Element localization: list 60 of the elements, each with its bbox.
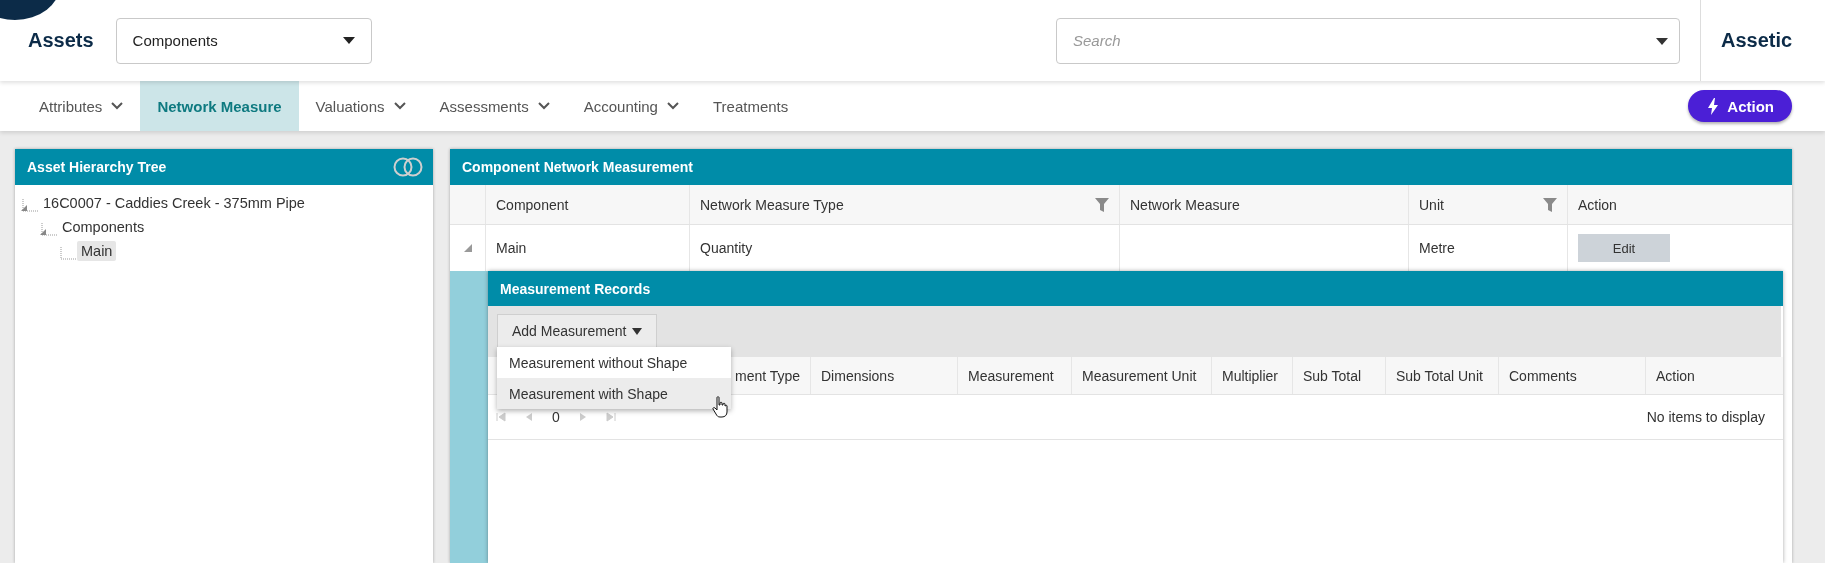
- nav-tab[interactable]: Attributes: [22, 81, 141, 131]
- hand-cursor-icon: [712, 396, 728, 418]
- column-header: Unit: [1419, 196, 1444, 213]
- tree-line-icon: [59, 247, 77, 261]
- filter-icon[interactable]: [1543, 197, 1557, 212]
- menu-item[interactable]: Measurement without Shape: [497, 347, 731, 378]
- toggle-icon[interactable]: [393, 157, 423, 177]
- column-header: Dimensions: [821, 367, 895, 384]
- search-field[interactable]: Search: [1056, 17, 1680, 64]
- tree-line-icon: [21, 199, 39, 213]
- last-page-icon[interactable]: [605, 412, 616, 422]
- brand-name: Assetic: [1721, 29, 1793, 52]
- chevron-down-icon: [393, 102, 406, 110]
- panel-title: Component Network Measurement: [462, 159, 694, 175]
- column-header: Action: [1578, 196, 1617, 213]
- tree-line-icon: [40, 223, 58, 237]
- chevron-down-icon: [111, 102, 124, 110]
- edit-button[interactable]: Edit: [1578, 234, 1670, 262]
- page-title: Assets: [28, 29, 94, 52]
- tree-item[interactable]: Main: [77, 241, 117, 261]
- column-header: Comments: [1509, 367, 1577, 384]
- column-header: Component: [496, 196, 569, 213]
- caret-icon: [342, 37, 355, 44]
- column-header: Measurement: [968, 367, 1054, 384]
- table-cell: Metre: [1419, 240, 1455, 256]
- panel-title: Measurement Records: [500, 280, 651, 297]
- caret-icon: [632, 327, 643, 335]
- nav-tab[interactable]: Treatments: [695, 81, 806, 131]
- action-button[interactable]: Action: [1688, 90, 1792, 122]
- column-header: Sub Total Unit: [1396, 367, 1483, 384]
- nav-tab[interactable]: Network Measure: [140, 81, 299, 131]
- first-page-icon[interactable]: [496, 412, 506, 422]
- previous-page-icon[interactable]: [524, 412, 534, 422]
- add-measurement-button[interactable]: Add Measurement: [497, 314, 658, 347]
- chevron-down-icon: [537, 102, 550, 110]
- column-header: Sub Total: [1303, 367, 1362, 384]
- nav-tab[interactable]: Assessments: [422, 81, 567, 131]
- chevron-down-icon: [666, 102, 679, 110]
- panel-title: Asset Hierarchy Tree: [27, 159, 167, 175]
- table-cell: Main: [496, 240, 527, 256]
- column-header: Multiplier: [1222, 367, 1278, 384]
- column-header: ment Type: [735, 367, 801, 384]
- tree-item[interactable]: 16C0007 - Caddies Creek - 375mm Pipe: [39, 193, 309, 213]
- empty-message: No items to display: [1646, 409, 1765, 425]
- column-header: Action: [1656, 367, 1695, 384]
- nav-tab[interactable]: Accounting: [566, 81, 696, 131]
- menu-item[interactable]: Measurement with Shape: [497, 378, 731, 409]
- column-header: Network Measure: [1130, 196, 1240, 213]
- page-number: 0: [552, 409, 560, 425]
- lightning-icon: [1708, 97, 1719, 115]
- tree-item[interactable]: Components: [58, 217, 149, 237]
- table-cell: Quantity: [700, 240, 753, 256]
- filter-icon[interactable]: [1095, 197, 1109, 212]
- next-page-icon[interactable]: [577, 412, 588, 422]
- category-select[interactable]: Components: [115, 17, 372, 64]
- column-header: Network Measure Type: [700, 196, 844, 213]
- column-header: Measurement Unit: [1082, 367, 1197, 384]
- expand-icon[interactable]: [463, 244, 472, 252]
- caret-icon: [1656, 37, 1668, 45]
- nav-tab[interactable]: Valuations: [298, 81, 423, 131]
